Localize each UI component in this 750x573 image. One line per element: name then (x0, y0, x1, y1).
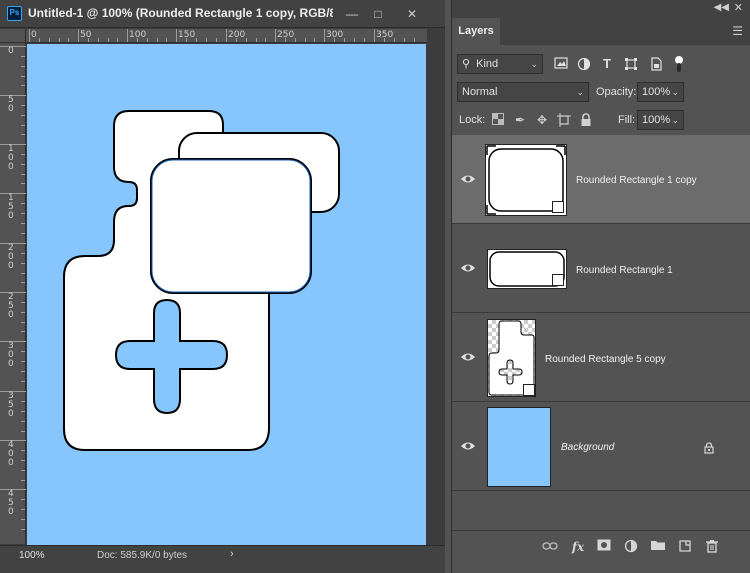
ruler-label: 4 5 0 (8, 489, 14, 517)
visibility-eye-icon[interactable] (460, 440, 476, 452)
opacity-field[interactable]: 100% ⌄ (637, 82, 684, 102)
ruler-label: 50 (80, 30, 92, 40)
layer-row-rounded-rectangle-1[interactable]: Rounded Rectangle 1 (452, 224, 750, 313)
filter-toggle-icon[interactable] (674, 55, 684, 72)
panel-topbar: ◀◀ ✕ (452, 0, 750, 18)
lock-label: Lock: (459, 114, 486, 126)
lock-all-icon[interactable] (579, 113, 593, 127)
layer-thumbnail[interactable] (487, 249, 567, 289)
layer-name[interactable]: Background (561, 442, 614, 453)
fill-field[interactable]: 100% ⌄ (637, 110, 684, 130)
search-icon: ⚲ (462, 58, 471, 70)
filter-kind-label: Kind (476, 58, 499, 70)
chevron-down-icon: ⌄ (530, 59, 538, 69)
status-bar: 100% Doc: 585.9K/0 bytes › (0, 545, 445, 573)
lock-transparent-pixels-icon[interactable] (491, 113, 505, 127)
filter-kind-dropdown[interactable]: ⚲ Kind ⌄ (457, 54, 543, 74)
document-tab[interactable]: Ps Untitled-1 @ 100% (Rounded Rectangle … (0, 0, 445, 28)
layer-name[interactable]: Rounded Rectangle 1 copy (576, 175, 697, 186)
smart-object-filter-icon[interactable] (649, 57, 663, 71)
ruler-label: 4 0 0 (8, 440, 14, 468)
new-layer-icon[interactable] (677, 539, 693, 555)
layer-thumbnail[interactable] (487, 319, 536, 397)
lock-position-move-icon[interactable]: ✥ (535, 113, 549, 127)
visibility-eye-icon[interactable] (460, 262, 476, 274)
smart-object-badge-icon (523, 384, 535, 396)
maximize-icon[interactable]: □ (368, 5, 388, 23)
lock-image-pixels-brush-icon[interactable]: ✒ (513, 113, 527, 127)
layer-lock-icon (704, 442, 714, 454)
document-canvas[interactable] (27, 44, 426, 545)
vertical-ruler[interactable]: 0 5 0 1 0 0 1 5 0 2 0 0 2 5 0 3 0 0 3 5 … (0, 43, 26, 544)
adjustment-icon[interactable] (623, 539, 639, 555)
mask-icon[interactable] (596, 539, 612, 555)
close-panel-icon[interactable]: ✕ (734, 1, 743, 14)
zoom-level-field[interactable]: 100% (19, 550, 45, 561)
canvas-artwork[interactable] (27, 44, 426, 545)
document-info: Doc: 585.9K/0 bytes (97, 550, 188, 561)
fx-icon[interactable]: fx (570, 539, 586, 555)
shape-filter-icon[interactable] (624, 57, 638, 71)
blend-mode-value: Normal (462, 86, 498, 98)
collapse-panel-icon[interactable]: ◀◀ (714, 2, 729, 13)
trash-icon[interactable] (704, 539, 720, 555)
adjustment-filter-icon[interactable] (577, 57, 591, 71)
ruler-label: 3 5 0 (8, 391, 14, 419)
ruler-label: 3 0 0 (8, 341, 14, 369)
panel-menu-icon[interactable]: ☰ (732, 24, 743, 38)
layers-panel: ◀◀ ✕ Layers ☰ ⚲ Kind ⌄ T Normal ⌄ Opacit… (451, 0, 750, 573)
horizontal-ruler[interactable]: 0 50 100 150 200 250 300 350 (26, 29, 427, 43)
ruler-label: 0 (8, 46, 14, 56)
fill-label: Fill: (618, 114, 636, 126)
blend-mode-dropdown[interactable]: Normal ⌄ (457, 82, 589, 102)
ruler-label: 5 0 (8, 95, 14, 114)
folder-icon[interactable] (650, 539, 666, 555)
ruler-label: 1 0 0 (8, 144, 14, 172)
panel-tab-row: Layers ☰ (452, 18, 750, 45)
opacity-label: Opacity: (596, 86, 637, 98)
layers-list: Rounded Rectangle 1 copy Rounded Rectang… (452, 135, 750, 530)
ruler-label: 2 5 0 (8, 292, 14, 320)
status-menu-arrow-icon[interactable]: › (230, 548, 234, 560)
vertical-scrollbar[interactable] (427, 29, 445, 545)
layer-thumbnail[interactable] (485, 144, 567, 216)
smart-object-badge-icon (552, 274, 564, 286)
opacity-value: 100% (642, 86, 671, 98)
ruler-label: 1 5 0 (8, 193, 14, 221)
ruler-corner[interactable] (0, 29, 26, 43)
layer-name[interactable]: Rounded Rectangle 1 (576, 265, 673, 276)
ruler-label: 2 0 0 (8, 243, 14, 271)
layer-row-rounded-rectangle-1-copy[interactable]: Rounded Rectangle 1 copy (452, 135, 750, 224)
layer-row-background[interactable]: Background (452, 402, 750, 491)
document-title: Untitled-1 @ 100% (Rounded Rectangle 1 c… (28, 6, 333, 20)
photoshop-logo-icon: Ps (7, 6, 22, 21)
layer-thumbnail[interactable] (487, 407, 551, 487)
lock-artboard-icon[interactable] (557, 113, 571, 127)
minimize-icon[interactable]: — (342, 5, 362, 23)
type-filter-icon[interactable]: T (600, 57, 614, 71)
chevron-down-icon: ⌄ (576, 87, 584, 97)
chevron-down-icon: ⌄ (671, 115, 679, 125)
tab-layers[interactable]: Layers (452, 18, 500, 45)
visibility-eye-icon[interactable] (460, 173, 476, 185)
chevron-down-icon: ⌄ (671, 87, 679, 97)
document-window: Ps Untitled-1 @ 100% (Rounded Rectangle … (0, 0, 445, 573)
layers-bottom-toolbar: fx (452, 530, 750, 573)
close-icon[interactable]: ✕ (402, 5, 422, 23)
layer-row-rounded-rectangle-5-copy[interactable]: Rounded Rectangle 5 copy (452, 313, 750, 402)
ruler-label: 0 (31, 30, 37, 40)
fill-value: 100% (642, 114, 671, 126)
smart-object-badge-icon (552, 201, 564, 213)
layer-name[interactable]: Rounded Rectangle 5 copy (545, 354, 666, 365)
visibility-eye-icon[interactable] (460, 351, 476, 363)
rounded-rectangle-1-copy-shape[interactable] (150, 158, 312, 294)
pixel-filter-icon[interactable] (554, 57, 568, 71)
link-layers-icon[interactable] (542, 539, 558, 555)
